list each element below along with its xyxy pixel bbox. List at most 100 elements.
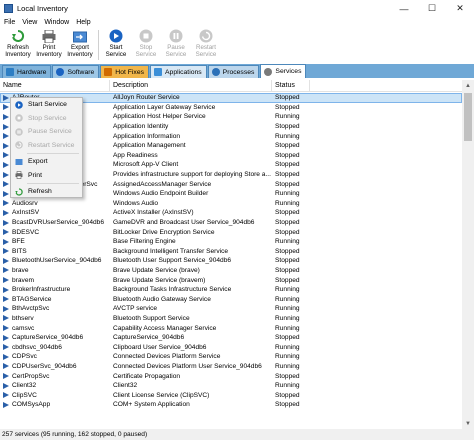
- toolbar: Refresh Inventory Print Inventory Export…: [0, 28, 474, 63]
- service-gear-icon: [3, 382, 9, 389]
- tab-processes-label: Processes: [222, 68, 255, 76]
- service-name: Audiosrv: [12, 199, 38, 207]
- column-header-status[interactable]: Status: [272, 79, 310, 92]
- table-row[interactable]: COMSysApp COM+ System Application Stopped: [0, 400, 462, 410]
- table-row[interactable]: camsvc Capability Access Manager Service R…: [0, 323, 462, 333]
- scroll-thumb[interactable]: [464, 93, 472, 141]
- service-description: Application Identity: [113, 123, 169, 131]
- minimize-button[interactable]: —: [390, 0, 418, 17]
- ctx-pause-service[interactable]: Pause Service: [11, 125, 82, 139]
- window-controls: — ☐ ✕: [390, 0, 474, 17]
- table-row[interactable]: CertPropSvc Certificate Propagation Stoppe…: [0, 371, 462, 381]
- service-name: BrokerInfrastructure: [12, 286, 71, 294]
- service-name: ClipSVC: [12, 391, 37, 399]
- export-inventory-label: Export Inventory: [67, 44, 93, 58]
- service-status: Running: [275, 343, 300, 351]
- service-name-cell: camsvc: [0, 325, 110, 332]
- table-row[interactable]: brave Brave Update Service (brave) Stopped: [0, 266, 462, 276]
- service-description: Capability Access Manager Service: [113, 324, 217, 332]
- service-gear-icon: [3, 200, 9, 207]
- column-header-description[interactable]: Description: [110, 79, 272, 92]
- ctx-pause-service-label: Pause Service: [28, 128, 72, 136]
- table-row[interactable]: cbdhsvc_904db6 Clipboard User Service_904…: [0, 342, 462, 352]
- status-bar: 257 services (95 running, 162 stopped, 0…: [0, 429, 474, 440]
- service-gear-icon: [3, 248, 9, 255]
- service-gear-icon: [3, 219, 9, 226]
- table-row[interactable]: Audiosrv Windows Audio Running: [0, 199, 462, 209]
- print-inventory-button[interactable]: Print Inventory: [34, 28, 64, 63]
- column-header-filler: [310, 80, 462, 92]
- service-description: GameDVR and Broadcast User Service_904db…: [113, 219, 255, 227]
- ctx-export[interactable]: Export: [11, 155, 82, 169]
- scroll-up-icon[interactable]: ▲: [462, 80, 474, 91]
- menu-window[interactable]: Window: [44, 19, 69, 26]
- service-description: Connected Devices Platform User Service_…: [113, 362, 262, 370]
- service-name-cell: COMSysApp: [0, 401, 110, 408]
- service-gear-icon: [3, 152, 9, 159]
- service-status: Stopped: [275, 391, 300, 399]
- menu-help[interactable]: Help: [76, 19, 90, 26]
- table-row[interactable]: BluetoothUserService_904db6 Bluetooth Use…: [0, 256, 462, 266]
- service-name-cell: CaptureService_904db6: [0, 334, 110, 341]
- export-icon: [15, 158, 23, 166]
- stop-service-button[interactable]: Stop Service: [131, 28, 161, 63]
- table-row[interactable]: bthserv Bluetooth Support Service Running: [0, 314, 462, 324]
- menu-file[interactable]: File: [4, 19, 15, 26]
- ctx-refresh[interactable]: Refresh: [11, 185, 82, 199]
- service-description: ActiveX Installer (AxInstSV): [113, 209, 194, 217]
- service-description: Client32: [113, 382, 138, 390]
- ctx-print[interactable]: Print: [11, 169, 82, 183]
- start-service-button[interactable]: Start Service: [101, 28, 131, 63]
- close-button[interactable]: ✕: [446, 0, 474, 17]
- vertical-scrollbar[interactable]: ▲ ▼: [462, 80, 474, 429]
- pause-service-button[interactable]: Pause Service: [161, 28, 191, 63]
- maximize-button[interactable]: ☐: [418, 0, 446, 17]
- service-status: Stopped: [275, 180, 300, 188]
- table-row[interactable]: BDESVC BitLocker Drive Encryption Service…: [0, 227, 462, 237]
- table-row[interactable]: CDPUserSvc_904db6 Connected Devices Platf…: [0, 362, 462, 372]
- scroll-down-icon[interactable]: ▼: [462, 418, 474, 429]
- service-gear-icon: [3, 257, 9, 264]
- tab-hot-fixes[interactable]: Hot Fixes: [100, 65, 150, 78]
- service-name: BTAGService: [12, 295, 52, 303]
- table-row[interactable]: bravem Brave Update Service (bravem) Stopp…: [0, 275, 462, 285]
- tab-processes[interactable]: Processes: [207, 65, 260, 78]
- tab-software[interactable]: Software: [52, 65, 100, 78]
- table-row[interactable]: ClipSVC Client License Service (ClipSVC) S…: [0, 390, 462, 400]
- status-text: 257 services (95 running, 162 stopped, 0…: [2, 431, 148, 438]
- service-name-cell: ClipSVC: [0, 392, 110, 399]
- menu-view[interactable]: View: [22, 19, 37, 26]
- tab-services[interactable]: Services: [260, 64, 307, 78]
- printer-icon: [41, 29, 57, 43]
- table-row[interactable]: CDPSvc Connected Devices Platform Service…: [0, 352, 462, 362]
- tab-hardware[interactable]: Hardware: [2, 65, 52, 78]
- table-row[interactable]: BthAvctpSvc AVCTP service Running: [0, 304, 462, 314]
- table-row[interactable]: CaptureService_904db6 CaptureService_904d…: [0, 333, 462, 343]
- service-name-cell: CertPropSvc: [0, 373, 110, 380]
- ctx-restart-service[interactable]: Restart Service: [11, 139, 82, 153]
- service-name: CDPSvc: [12, 353, 37, 361]
- ctx-start-service[interactable]: Start Service: [11, 98, 82, 112]
- table-row[interactable]: BITS Background Intelligent Transfer Serv…: [0, 247, 462, 257]
- column-header-name[interactable]: Name: [0, 79, 110, 92]
- service-status: Running: [275, 305, 300, 313]
- table-row[interactable]: BTAGService Bluetooth Audio Gateway Servi…: [0, 294, 462, 304]
- service-gear-icon: [3, 229, 9, 236]
- service-description: Brave Update Service (bravem): [113, 276, 206, 284]
- service-status: Stopped: [275, 276, 300, 284]
- context-menu-separator: [27, 183, 79, 184]
- table-row[interactable]: AxInstSV ActiveX Installer (AxInstSV) Stop…: [0, 208, 462, 218]
- ctx-stop-service[interactable]: Stop Service: [11, 112, 82, 126]
- export-inventory-button[interactable]: Export Inventory: [64, 28, 96, 63]
- refresh-inventory-button[interactable]: Refresh Inventory: [2, 28, 34, 63]
- app-icon: [4, 4, 13, 13]
- service-status: Stopped: [275, 247, 300, 255]
- table-row[interactable]: Client32 Client32 Running: [0, 381, 462, 391]
- service-name: camsvc: [12, 324, 35, 332]
- table-row[interactable]: BrokerInfrastructure Background Tasks Inf…: [0, 285, 462, 295]
- table-row[interactable]: BcastDVRUserService_904db6 GameDVR and Br…: [0, 218, 462, 228]
- restart-service-button[interactable]: Restart Service: [191, 28, 221, 63]
- tab-applications[interactable]: Applications: [150, 65, 207, 78]
- service-description: Client License Service (ClipSVC): [113, 391, 210, 399]
- table-row[interactable]: BFE Base Filtering Engine Running: [0, 237, 462, 247]
